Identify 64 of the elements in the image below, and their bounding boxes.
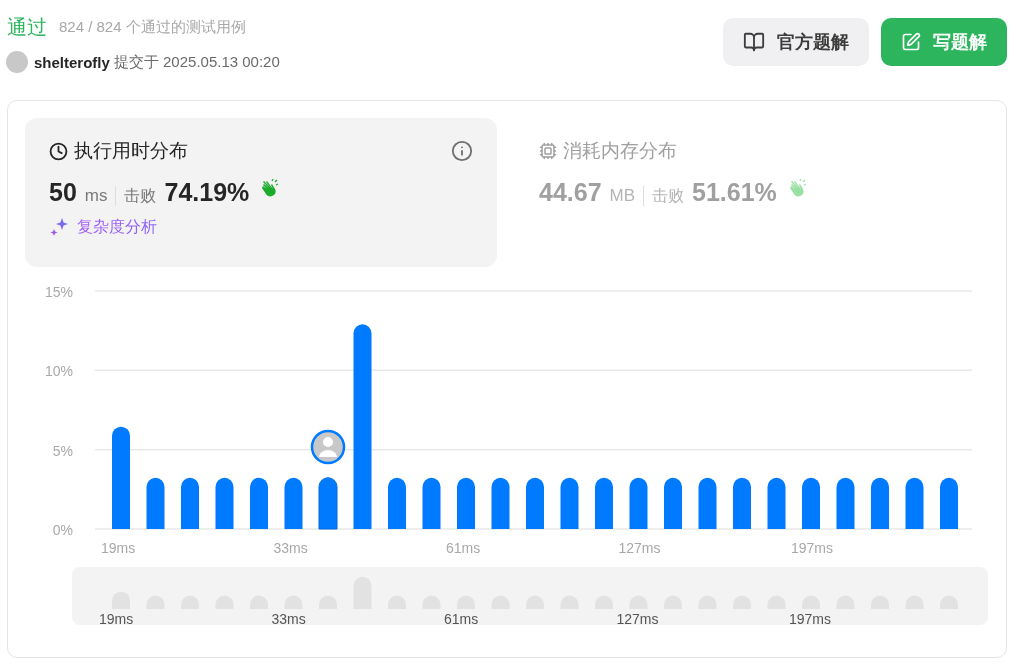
histogram-bar[interactable]: [491, 477, 510, 529]
histogram-bar[interactable]: [526, 477, 544, 529]
histogram-bar[interactable]: [181, 477, 199, 529]
y-axis-label: 0%: [52, 522, 73, 538]
clock-icon: [49, 141, 68, 161]
histogram-bar[interactable]: [905, 477, 924, 529]
histogram-bar[interactable]: [698, 477, 717, 529]
range-overview[interactable]: 19ms 33ms 61ms 127ms 197ms: [72, 567, 988, 625]
histogram-bar[interactable]: [802, 477, 820, 529]
username-link[interactable]: shelterofly: [34, 53, 110, 71]
avatar-icon: [6, 51, 28, 73]
beats-label: 击败: [124, 186, 157, 206]
submitted-time-text: 提交于 2025.05.13 00:20: [113, 52, 280, 72]
histogram-bar[interactable]: [664, 477, 682, 529]
histogram-bar[interactable]: [318, 477, 338, 530]
panel-title: 消耗内存分布: [563, 139, 677, 163]
y-axis-label: 15%: [44, 284, 73, 300]
metric-unit: ms: [84, 186, 117, 206]
overview-label: 33ms: [271, 611, 306, 625]
panel-title: 执行用时分布: [74, 139, 188, 163]
x-axis-label: 61ms: [446, 540, 481, 556]
x-axis-label: 33ms: [273, 540, 308, 556]
histogram-bar[interactable]: [215, 477, 234, 529]
status-text: 通过: [7, 15, 47, 40]
edit-icon: [901, 32, 921, 52]
histogram-bar[interactable]: [146, 477, 165, 529]
test-count-text: 824 / 824 个通过的测试用例: [59, 18, 246, 37]
overview-label: 197ms: [789, 611, 832, 625]
metric-value: 44.67: [539, 178, 602, 207]
overview-label: 61ms: [444, 611, 479, 625]
y-axis-label: 10%: [44, 363, 73, 380]
overview-label: 127ms: [616, 611, 659, 625]
chip-icon: [539, 142, 557, 160]
metric-unit: MB: [609, 186, 645, 206]
beats-percent: 51.61%: [692, 178, 777, 207]
official-solution-button[interactable]: 官方题解: [723, 18, 869, 66]
y-axis-label: 5%: [52, 442, 73, 459]
user-marker-icon: [310, 429, 346, 465]
histogram-bar[interactable]: [422, 477, 441, 529]
info-icon[interactable]: [451, 140, 473, 162]
histogram-bar[interactable]: [940, 477, 958, 529]
histogram-bar[interactable]: [733, 477, 751, 529]
histogram-bar[interactable]: [284, 477, 303, 529]
beats-label: 击败: [652, 186, 685, 206]
histogram-bar[interactable]: [388, 477, 406, 529]
histogram-bar[interactable]: [767, 477, 786, 529]
x-axis-label: 127ms: [618, 540, 661, 556]
histogram-bar[interactable]: [871, 477, 889, 529]
histogram-bar[interactable]: [457, 477, 475, 529]
overview-label: 19ms: [99, 611, 134, 625]
histogram-bar[interactable]: [560, 477, 579, 529]
beats-percent: 74.19%: [164, 178, 250, 207]
sparkle-icon: [49, 217, 69, 238]
histogram-bar[interactable]: [353, 324, 372, 529]
histogram-bar[interactable]: [629, 477, 648, 529]
book-icon: [743, 31, 765, 53]
x-axis-label: 197ms: [791, 540, 834, 556]
runtime-panel[interactable]: 执行用时分布 50 ms 击败 74.19% 复杂度分析: [25, 118, 497, 267]
x-axis-label: 19ms: [101, 540, 136, 556]
histogram-bar[interactable]: [595, 477, 613, 529]
histogram-bar[interactable]: [836, 477, 855, 529]
histogram-bar[interactable]: [112, 426, 130, 529]
histogram-bar[interactable]: [250, 477, 268, 529]
metric-value: 50: [49, 178, 77, 207]
